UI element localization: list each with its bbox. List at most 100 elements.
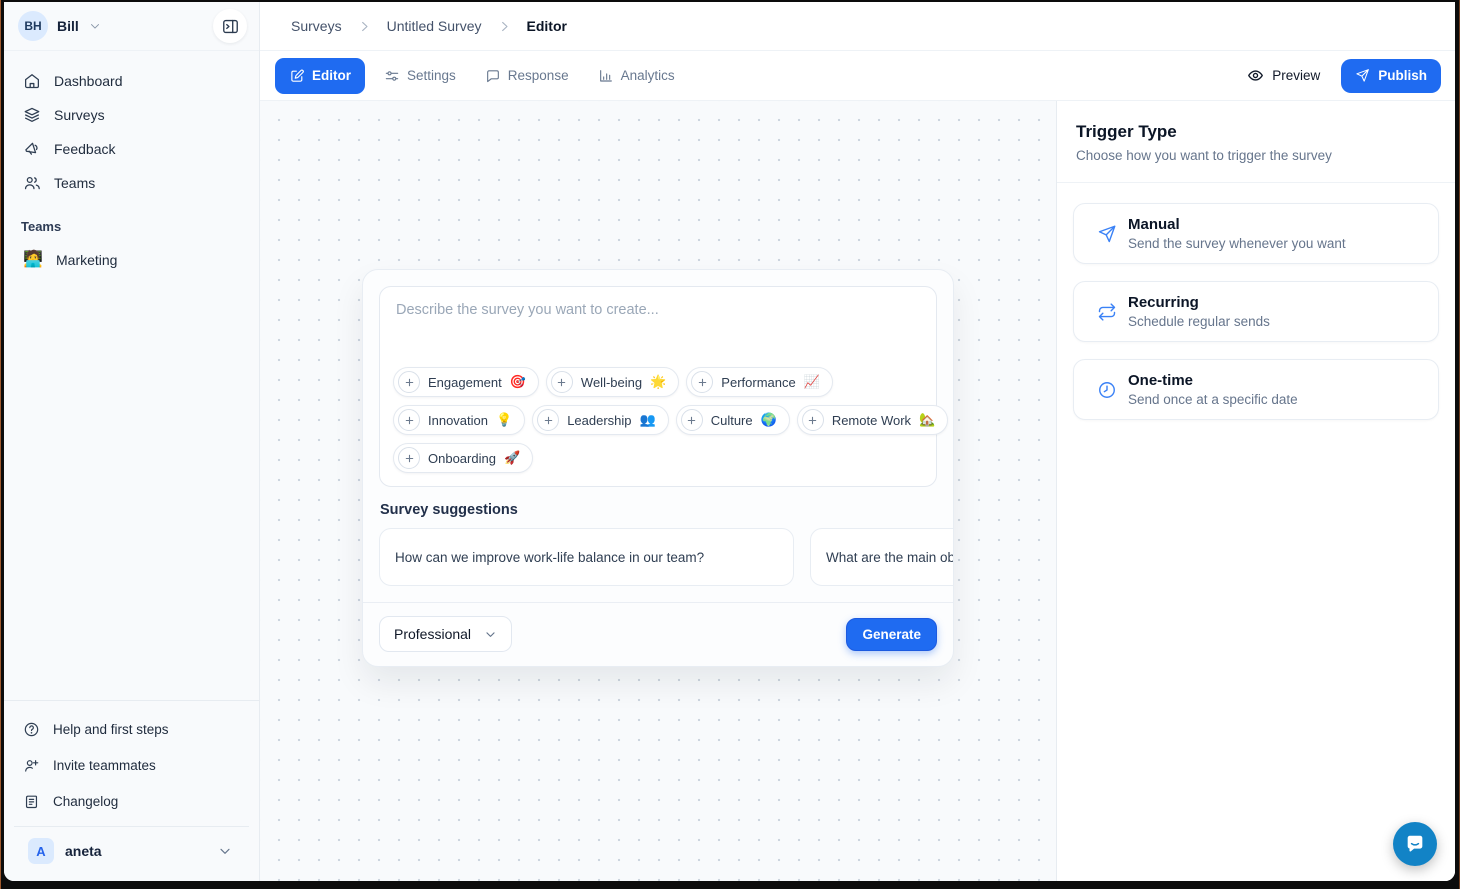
topic-emoji: 🚀 <box>504 450 520 466</box>
panel-subtitle: Choose how you want to trigger the surve… <box>1076 148 1431 163</box>
eye-icon <box>1247 67 1264 84</box>
topic-chip-innovation[interactable]: Innovation 💡 <box>393 405 525 435</box>
sidebar-item-help[interactable]: Help and first steps <box>14 711 249 747</box>
sidebar-item-invite[interactable]: Invite teammates <box>14 747 249 783</box>
sidebar-nav: Dashboard Surveys Feedback Teams <box>4 51 259 202</box>
suggestion-card[interactable]: How can we improve work-life balance in … <box>379 528 794 586</box>
tab-editor[interactable]: Editor <box>275 58 365 94</box>
trigger-option-recurring[interactable]: Recurring Schedule regular sends <box>1073 281 1439 342</box>
topic-label: Leadership <box>567 413 631 428</box>
sliders-icon <box>384 68 400 84</box>
changelog-icon <box>23 793 40 810</box>
option-description: Schedule regular sends <box>1128 314 1270 329</box>
option-text: Recurring Schedule regular sends <box>1128 294 1270 329</box>
chevron-down-icon <box>217 843 233 859</box>
toolbar: Editor Settings Response Analytics Previ… <box>260 51 1455 101</box>
user-avatar: A <box>28 838 54 864</box>
topic-emoji: 🏡 <box>919 412 935 428</box>
topic-chip-remote-work[interactable]: Remote Work 🏡 <box>797 405 948 435</box>
layers-icon <box>23 106 41 124</box>
plus-icon <box>398 447 420 469</box>
bar-chart-icon <box>598 68 614 84</box>
topic-label: Culture <box>711 413 753 428</box>
app-window: BH Bill Dashboard Surveys Feedback <box>4 2 1455 881</box>
plus-icon <box>681 409 703 431</box>
trigger-options: Manual Send the survey whenever you want… <box>1057 183 1455 440</box>
sidebar-item-label: Feedback <box>54 141 115 157</box>
user-menu[interactable]: A aneta <box>14 826 249 877</box>
edit-icon <box>289 68 305 84</box>
sidebar-toggle-button[interactable] <box>213 9 247 43</box>
sidebar: BH Bill Dashboard Surveys Feedback <box>4 2 260 881</box>
option-title: Recurring <box>1128 294 1270 311</box>
topic-chip-well-being[interactable]: Well-being 🌟 <box>546 367 679 397</box>
trigger-option-one-time[interactable]: One-time Send once at a specific date <box>1073 359 1439 420</box>
tab-settings[interactable]: Settings <box>374 58 466 94</box>
prompt-input[interactable] <box>380 287 936 365</box>
generate-button[interactable]: Generate <box>846 618 937 651</box>
topic-emoji: 📈 <box>804 374 820 390</box>
team-emoji: 🧑‍💻 <box>23 252 43 268</box>
topic-label: Innovation <box>428 413 488 428</box>
publish-button[interactable]: Publish <box>1341 59 1441 93</box>
suggestion-card[interactable]: What are the main ob <box>810 528 954 586</box>
sidebar-item-teams[interactable]: Teams <box>14 166 249 200</box>
team-item-marketing[interactable]: 🧑‍💻 Marketing <box>14 241 249 279</box>
send-icon <box>1097 224 1117 244</box>
topic-chip-leadership[interactable]: Leadership 👥 <box>532 405 669 435</box>
sidebar-item-changelog[interactable]: Changelog <box>14 783 249 819</box>
topic-chip-culture[interactable]: Culture 🌍 <box>676 405 790 435</box>
chevron-down-icon <box>88 19 102 33</box>
chevron-right-icon <box>497 19 512 34</box>
topic-chip-onboarding[interactable]: Onboarding 🚀 <box>393 443 533 473</box>
option-description: Send once at a specific date <box>1128 392 1298 407</box>
editor-canvas[interactable]: Engagement 🎯 Well-being 🌟 <box>260 101 1056 881</box>
breadcrumb-surveys[interactable]: Surveys <box>291 18 342 34</box>
sidebar-item-label: Changelog <box>53 794 118 809</box>
tab-label: Editor <box>312 68 351 83</box>
tab-label: Analytics <box>621 68 675 83</box>
workspace-name[interactable]: Bill <box>57 18 79 34</box>
tab-label: Response <box>508 68 569 83</box>
topic-label: Performance <box>721 375 795 390</box>
breadcrumb-untitled-survey[interactable]: Untitled Survey <box>387 18 482 34</box>
tab-analytics[interactable]: Analytics <box>588 58 685 94</box>
plus-icon <box>398 371 420 393</box>
main-area: Surveys Untitled Survey Editor Editor Se… <box>260 2 1455 881</box>
topic-emoji: 💡 <box>496 412 512 428</box>
publish-label: Publish <box>1378 68 1427 83</box>
topic-chip-performance[interactable]: Performance 📈 <box>686 367 833 397</box>
option-title: Manual <box>1128 216 1346 233</box>
tone-select[interactable]: Professional <box>379 616 512 652</box>
workspace-avatar: BH <box>18 11 48 41</box>
trigger-type-panel: Trigger Type Choose how you want to trig… <box>1056 101 1455 881</box>
topic-label: Engagement <box>428 375 502 390</box>
topic-label: Well-being <box>581 375 642 390</box>
topic-chip-engagement[interactable]: Engagement 🎯 <box>393 367 539 397</box>
breadcrumb-editor: Editor <box>527 18 567 34</box>
user-name: aneta <box>65 843 102 859</box>
user-plus-icon <box>23 757 40 774</box>
breadcrumb: Surveys Untitled Survey Editor <box>260 2 1455 51</box>
chat-smile-icon <box>1404 833 1426 855</box>
sidebar-header: BH Bill <box>4 2 259 51</box>
sidebar-item-label: Invite teammates <box>53 758 156 773</box>
sidebar-item-label: Surveys <box>54 107 105 123</box>
chat-launcher-button[interactable] <box>1393 822 1437 866</box>
trigger-option-manual[interactable]: Manual Send the survey whenever you want <box>1073 203 1439 264</box>
sidebar-item-feedback[interactable]: Feedback <box>14 132 249 166</box>
panel-toggle-icon <box>221 17 240 36</box>
preview-label: Preview <box>1272 68 1320 83</box>
tab-response[interactable]: Response <box>475 58 579 94</box>
suggestions-row: How can we improve work-life balance in … <box>379 528 954 586</box>
topic-emoji: 🎯 <box>510 374 526 390</box>
chat-bubble-icon <box>485 68 501 84</box>
teams-list: 🧑‍💻 Marketing <box>4 239 259 281</box>
megaphone-icon <box>23 140 41 158</box>
home-icon <box>23 72 41 90</box>
preview-button[interactable]: Preview <box>1247 67 1320 84</box>
topic-chips: Engagement 🎯 Well-being 🌟 <box>393 367 923 473</box>
sidebar-item-dashboard[interactable]: Dashboard <box>14 64 249 98</box>
sidebar-item-surveys[interactable]: Surveys <box>14 98 249 132</box>
tone-value: Professional <box>394 626 471 642</box>
